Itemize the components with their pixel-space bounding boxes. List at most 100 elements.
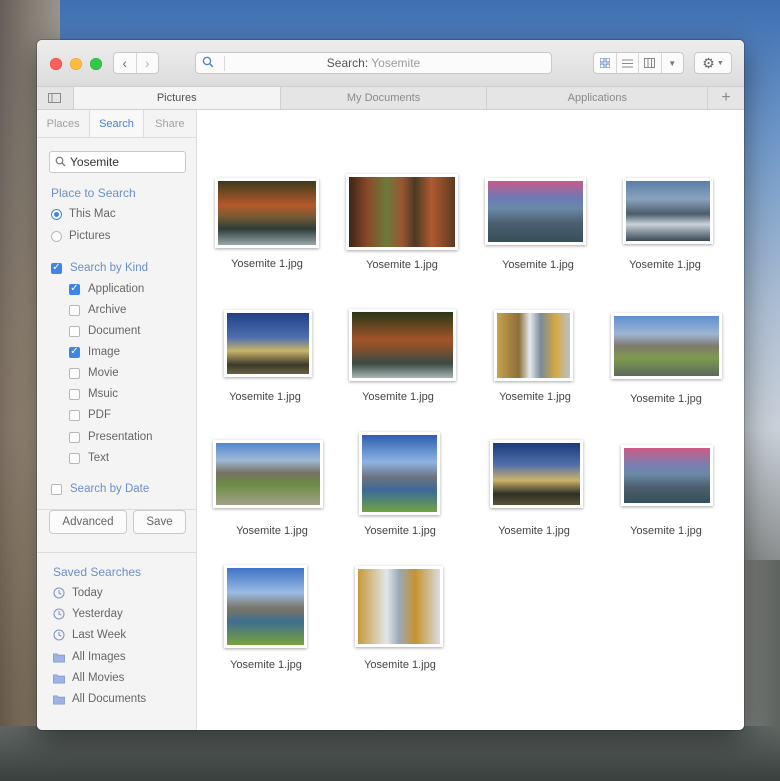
option-label: Document xyxy=(88,325,141,337)
divider xyxy=(37,552,196,553)
file-thumbnail[interactable] xyxy=(611,313,722,379)
checkbox[interactable] xyxy=(69,325,80,337)
segment-search[interactable]: Search xyxy=(89,110,144,137)
close-window-button[interactable] xyxy=(50,58,62,70)
file-name[interactable]: Yosemite 1.jpg xyxy=(605,259,725,271)
tab-pictures[interactable]: Pictures xyxy=(73,87,281,109)
file-thumbnail[interactable] xyxy=(349,309,456,381)
toggle-sidebar-button[interactable] xyxy=(37,87,74,109)
segment-share[interactable]: Share xyxy=(144,110,196,137)
file-name[interactable]: Yosemite 1.jpg xyxy=(206,659,326,671)
file-thumbnail[interactable] xyxy=(490,440,583,508)
saved-search-label: All Images xyxy=(72,651,126,663)
checkbox[interactable] xyxy=(69,388,80,400)
kind-presentation[interactable]: Presentation xyxy=(69,431,153,443)
checkbox[interactable]: ✓ xyxy=(69,346,80,358)
gear-icon: ⚙ xyxy=(702,54,715,71)
image-preview xyxy=(218,181,316,245)
file-thumbnail[interactable] xyxy=(494,310,573,381)
zoom-window-button[interactable] xyxy=(90,58,102,70)
kind-document[interactable]: Document xyxy=(69,325,140,337)
file-thumbnail[interactable] xyxy=(359,432,440,515)
list-view-button[interactable] xyxy=(615,53,639,73)
file-name[interactable]: Yosemite 1.jpg xyxy=(207,258,327,270)
saved-search-label: Last Week xyxy=(72,629,127,641)
file-thumbnail[interactable] xyxy=(623,178,713,244)
option-label: Application xyxy=(88,283,145,295)
checkbox[interactable] xyxy=(69,452,80,464)
minimize-window-button[interactable] xyxy=(70,58,82,70)
image-preview xyxy=(488,181,583,242)
saved-search-last-week[interactable]: Last Week xyxy=(53,629,126,641)
file-thumbnail[interactable] xyxy=(346,174,458,250)
search-field[interactable]: Search: Yosemite xyxy=(195,52,552,74)
file-thumbnail[interactable] xyxy=(621,445,713,506)
checkbox[interactable]: ✓ xyxy=(69,283,80,295)
save-button[interactable]: Save xyxy=(133,510,186,534)
search-by-date-toggle[interactable]: Search by Date xyxy=(51,483,149,495)
file-name[interactable]: Yosemite 1.jpg xyxy=(606,393,726,405)
file-thumbnail[interactable] xyxy=(224,565,307,648)
checkbox[interactable] xyxy=(51,483,62,495)
saved-search-yesterday[interactable]: Yesterday xyxy=(53,608,123,620)
grid-icon xyxy=(599,58,610,68)
file-thumbnail[interactable] xyxy=(485,178,586,245)
tab-applications[interactable]: Applications xyxy=(487,87,709,109)
column-view-button[interactable] xyxy=(638,53,661,73)
saved-search-all-documents[interactable]: All Documents xyxy=(53,693,146,705)
file-thumbnail[interactable] xyxy=(355,566,443,647)
option-label: Pictures xyxy=(69,230,111,242)
checkbox[interactable] xyxy=(69,431,80,443)
checkbox[interactable] xyxy=(69,304,80,316)
advanced-button[interactable]: Advanced xyxy=(49,510,127,534)
sidebar-search-input[interactable]: Yosemite xyxy=(49,151,186,173)
search-by-kind-toggle[interactable]: ✓ Search by Kind xyxy=(51,262,148,274)
file-name[interactable]: Yosemite 1.jpg xyxy=(474,525,594,537)
radio-button[interactable] xyxy=(51,230,62,242)
image-preview xyxy=(349,177,455,247)
file-name[interactable]: Yosemite 1.jpg xyxy=(478,259,598,271)
kind-application[interactable]: ✓ Application xyxy=(69,283,144,295)
checkbox[interactable] xyxy=(69,409,80,421)
image-preview xyxy=(614,316,719,376)
file-name[interactable]: Yosemite 1.jpg xyxy=(342,259,462,271)
action-menu-button[interactable]: ⚙ ▼ xyxy=(694,52,732,74)
kind-image[interactable]: ✓ Image xyxy=(69,346,120,358)
file-name[interactable]: Yosemite 1.jpg xyxy=(340,659,460,671)
segment-places[interactable]: Places xyxy=(37,110,89,137)
file-name[interactable]: Yosemite 1.jpg xyxy=(205,391,325,403)
file-thumbnail[interactable] xyxy=(213,440,323,508)
file-thumbnail[interactable] xyxy=(224,310,312,377)
file-name[interactable]: Yosemite 1.jpg xyxy=(606,525,726,537)
saved-search-all-movies[interactable]: All Movies xyxy=(53,672,124,684)
kind-music[interactable]: Msuic xyxy=(69,388,118,400)
saved-search-all-images[interactable]: All Images xyxy=(53,651,126,663)
kind-movie[interactable]: Movie xyxy=(69,367,119,379)
file-name[interactable]: Yosemite 1.jpg xyxy=(340,525,460,537)
file-name[interactable]: Yosemite 1.jpg xyxy=(338,391,458,403)
option-label: Image xyxy=(88,346,120,358)
back-button[interactable]: ‹ xyxy=(114,53,136,73)
image-preview xyxy=(626,181,710,241)
finder-window: ‹ › Search: Yosemite ▼ ⚙ ▼ Pictures My D… xyxy=(37,40,744,730)
tab-my-documents[interactable]: My Documents xyxy=(281,87,488,109)
file-name[interactable]: Yosemite 1.jpg xyxy=(475,391,595,403)
place-option-this-mac[interactable]: This Mac xyxy=(51,208,116,220)
checkbox[interactable]: ✓ xyxy=(51,262,62,274)
sidebar-segments: Places Search Share xyxy=(37,110,196,138)
checkbox[interactable] xyxy=(69,367,80,379)
icon-view-button[interactable] xyxy=(594,53,616,73)
kind-archive[interactable]: Archive xyxy=(69,304,126,316)
saved-search-today[interactable]: Today xyxy=(53,587,103,599)
forward-button[interactable]: › xyxy=(135,53,159,73)
kind-text[interactable]: Text xyxy=(69,452,109,464)
place-option-pictures[interactable]: Pictures xyxy=(51,230,111,242)
sidebar: Places Search Share Yosemite Place to Se… xyxy=(37,110,197,730)
kind-pdf[interactable]: PDF xyxy=(69,409,111,421)
list-icon xyxy=(621,59,633,67)
view-options-dropdown[interactable]: ▼ xyxy=(660,53,684,73)
new-tab-button[interactable]: + xyxy=(708,87,744,109)
radio-button[interactable] xyxy=(51,208,62,220)
file-name[interactable]: Yosemite 1.jpg xyxy=(212,525,332,537)
file-thumbnail[interactable] xyxy=(215,178,319,248)
